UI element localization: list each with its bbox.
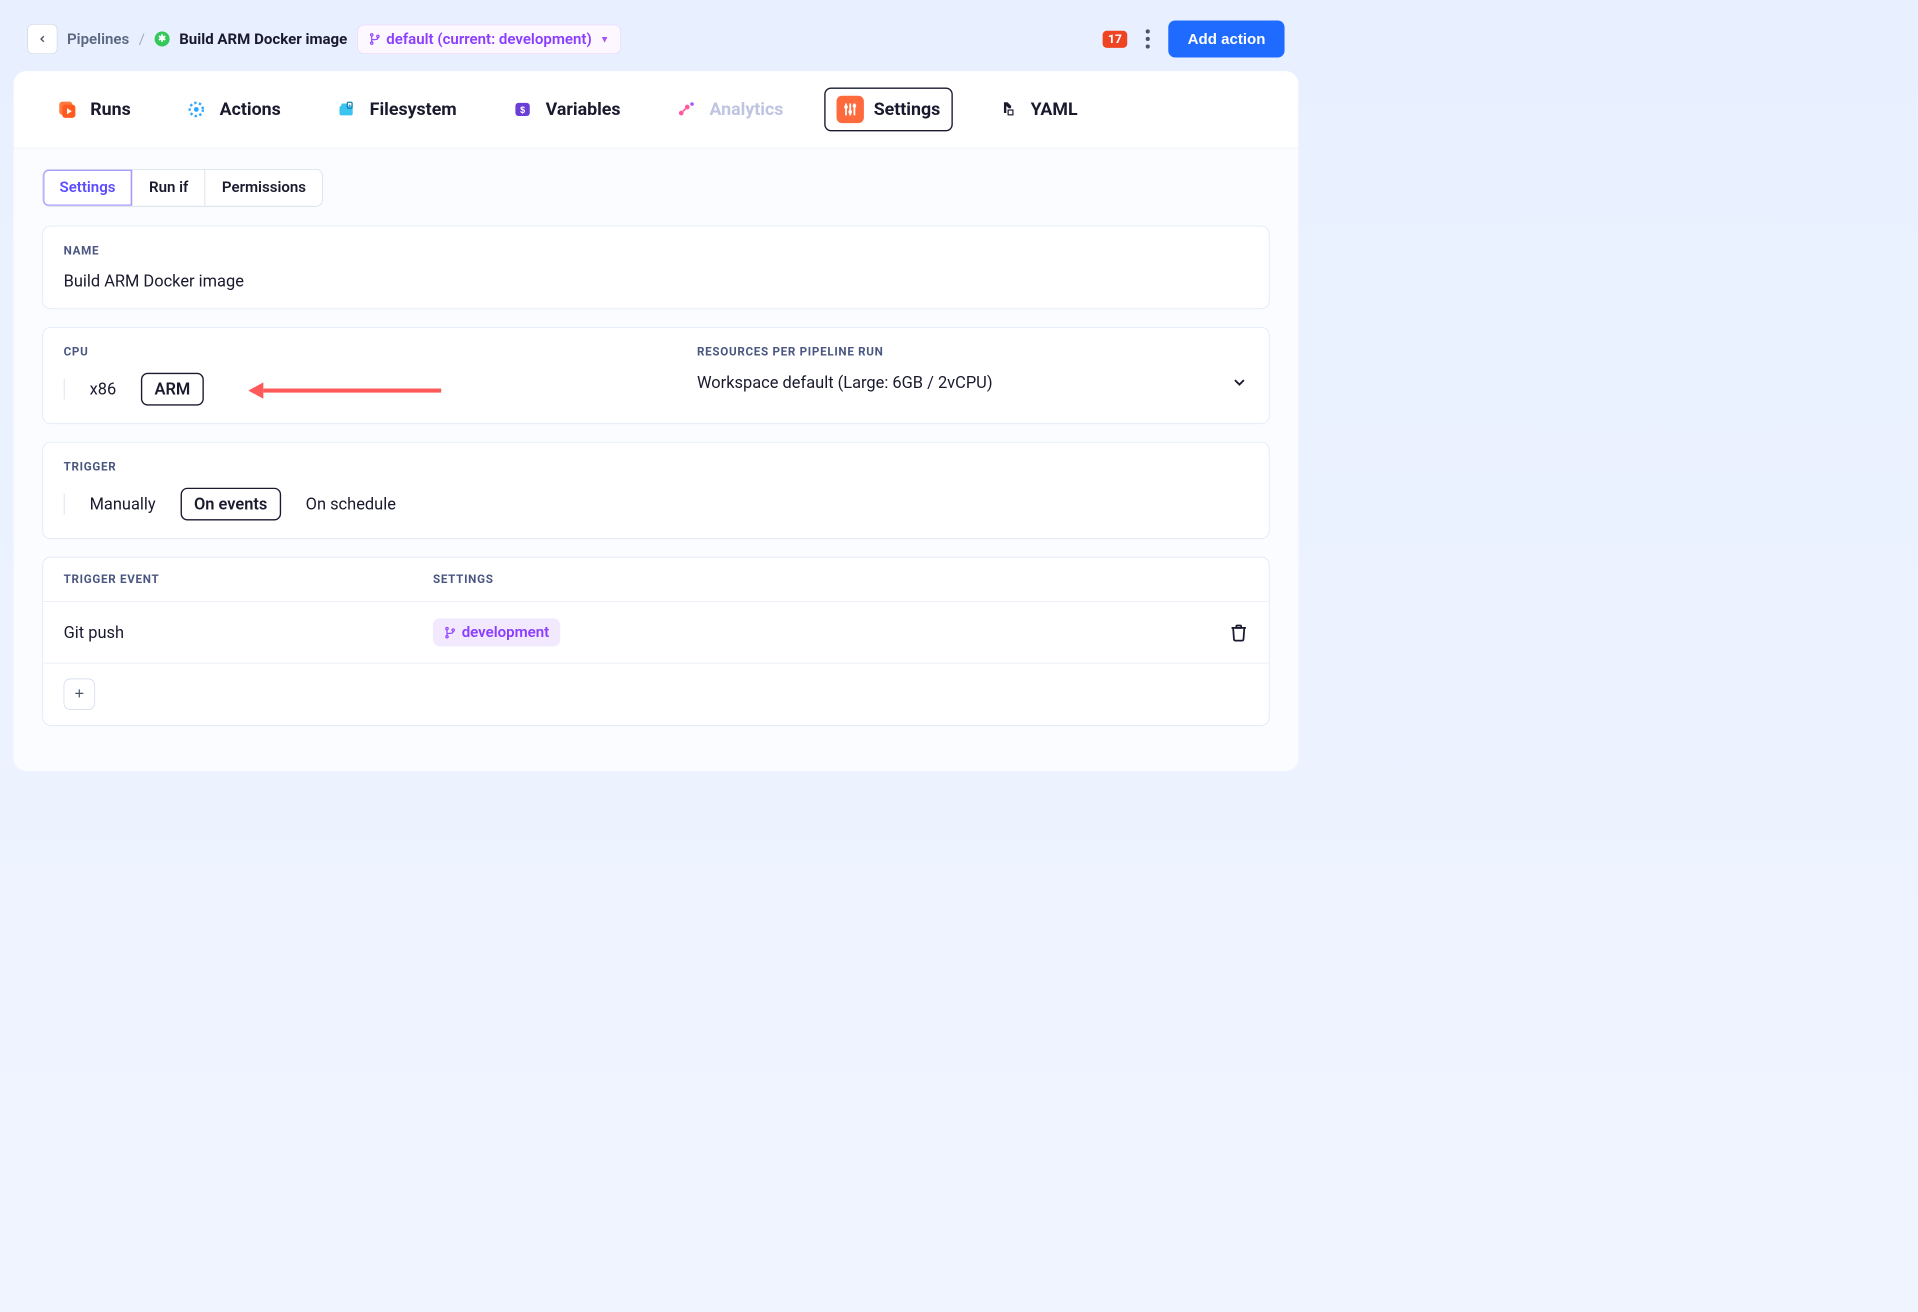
git-branch-icon [444,626,456,638]
main-card: Runs Actions Filesystem $ Variables Anal… [14,71,1299,771]
back-button[interactable] [27,24,57,54]
trigger-label: TRIGGER [64,460,1249,474]
trigger-events-panel: TRIGGER EVENT SETTINGS Git push developm… [42,557,1269,726]
tab-yaml-label: YAML [1031,99,1078,120]
analytics-icon [673,96,700,123]
runs-icon [53,96,80,123]
trigger-option-on-events[interactable]: On events [180,488,281,521]
branch-selector[interactable]: default (current: development) ▼ [357,24,621,53]
resources-label: RESOURCES PER PIPELINE RUN [697,345,1248,359]
resources-selector[interactable]: Workspace default (Large: 6GB / 2vCPU) [697,373,1248,392]
branch-label: default (current: development) [386,30,591,47]
filesystem-icon [333,96,360,123]
trigger-toggle: Manually On events On schedule [64,488,409,521]
tab-runs[interactable]: Runs [42,88,141,132]
event-branch-label: development [462,624,550,641]
header-left: Pipelines / ✱ Build ARM Docker image def… [27,24,621,54]
notification-badge[interactable]: 17 [1102,30,1127,47]
event-branch-tag[interactable]: development [433,618,560,646]
subtabs: Settings Run if Permissions [42,169,323,207]
name-panel: NAME Build ARM Docker image [42,226,1269,309]
events-header-settings: SETTINGS [433,573,494,587]
caret-down-icon: ▼ [600,33,609,45]
tab-settings-label: Settings [874,99,941,120]
tab-filesystem[interactable]: Filesystem [322,88,468,132]
breadcrumb-separator: / [139,30,145,47]
status-success-icon: ✱ [155,31,170,46]
trigger-option-manually[interactable]: Manually [77,489,168,519]
tab-actions-label: Actions [220,99,281,120]
tab-actions[interactable]: Actions [172,88,292,132]
svg-text:$: $ [520,105,525,115]
tab-yaml[interactable]: YAML [983,88,1089,132]
delete-event-button[interactable] [1229,623,1248,642]
chevron-left-icon [37,34,48,45]
events-table-footer: + [43,663,1269,725]
table-row: Git push development [43,602,1269,664]
pipeline-title: Build ARM Docker image [179,30,347,47]
header-right: 17 Add action [1102,21,1284,58]
add-action-button[interactable]: Add action [1168,21,1284,58]
trigger-panel: TRIGGER Manually On events On schedule [42,442,1269,539]
name-value[interactable]: Build ARM Docker image [64,272,1249,291]
cpu-resources-panel: CPU x86 ARM RESOURCES PER PIPELINE RUN W… [42,327,1269,424]
add-trigger-event-button[interactable]: + [64,679,95,710]
cpu-option-arm[interactable]: ARM [141,373,204,406]
segment-divider [64,494,65,515]
trigger-option-on-schedule[interactable]: On schedule [293,489,408,519]
chevron-down-icon [1231,373,1249,391]
name-label: NAME [64,244,1249,258]
trash-icon [1229,623,1248,642]
tab-analytics[interactable]: Analytics [662,88,795,132]
events-table-header: TRIGGER EVENT SETTINGS [43,557,1269,601]
variables-icon: $ [509,96,536,123]
subtab-permissions[interactable]: Permissions [205,170,322,206]
tab-runs-label: Runs [90,99,130,120]
more-menu-button[interactable] [1138,25,1157,52]
page-header: Pipelines / ✱ Build ARM Docker image def… [14,14,1299,71]
subtab-settings[interactable]: Settings [43,170,133,206]
tab-analytics-label: Analytics [709,99,783,120]
tab-variables[interactable]: $ Variables [498,88,632,132]
settings-content: Settings Run if Permissions NAME Build A… [14,148,1299,770]
tab-settings[interactable]: Settings [824,88,952,132]
yaml-icon [994,96,1021,123]
actions-icon [183,96,210,123]
breadcrumb-root[interactable]: Pipelines [67,30,129,47]
cpu-toggle: x86 ARM [64,373,204,406]
main-tabs: Runs Actions Filesystem $ Variables Anal… [14,71,1299,148]
events-header-event: TRIGGER EVENT [64,573,433,587]
resources-value: Workspace default (Large: 6GB / 2vCPU) [697,373,993,392]
tab-variables-label: Variables [546,99,621,120]
subtab-run-if[interactable]: Run if [133,170,206,206]
cpu-label: CPU [64,345,656,359]
event-name[interactable]: Git push [64,623,433,642]
git-branch-icon [368,33,380,45]
cpu-option-x86[interactable]: x86 [77,374,128,404]
segment-divider [64,379,65,400]
arrow-annotation [248,382,441,398]
settings-icon [837,96,864,123]
tab-filesystem-label: Filesystem [370,99,457,120]
